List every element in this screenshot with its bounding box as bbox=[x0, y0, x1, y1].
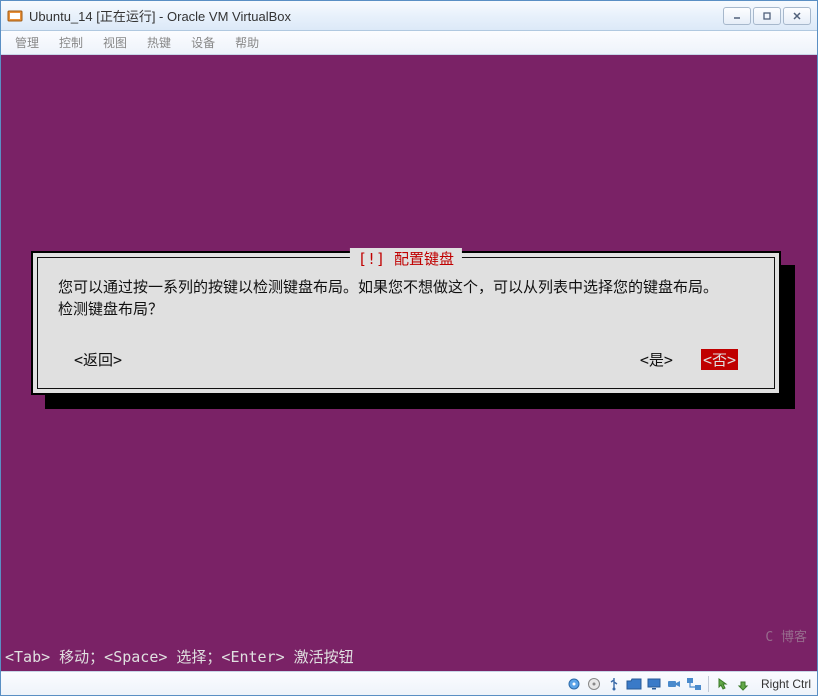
virtualbox-window: Ubuntu_14 [正在运行] - Oracle VM VirtualBox … bbox=[0, 0, 818, 696]
window-title: Ubuntu_14 [正在运行] - Oracle VM VirtualBox bbox=[29, 6, 723, 25]
menu-help[interactable]: 帮助 bbox=[227, 32, 267, 53]
network-icon[interactable] bbox=[686, 676, 702, 692]
recording-icon[interactable] bbox=[666, 676, 682, 692]
mouse-integration-icon[interactable] bbox=[715, 676, 731, 692]
watermark: C 博客 bbox=[765, 626, 807, 645]
host-key-indicator[interactable]: Right Ctrl bbox=[761, 677, 811, 691]
usb-icon[interactable] bbox=[606, 676, 622, 692]
dialog-line1: 您可以通过按一系列的按键以检测键盘布局。如果您不想做这个，可以从列表中选择您的键… bbox=[58, 276, 754, 298]
maximize-button[interactable] bbox=[753, 7, 781, 25]
menu-control[interactable]: 控制 bbox=[51, 32, 91, 53]
dialog-title: [!] 配置键盘 bbox=[350, 248, 462, 269]
vm-display[interactable]: [!] 配置键盘 您可以通过按一系列的按键以检测键盘布局。如果您不想做这个，可以… bbox=[1, 55, 817, 671]
keyboard-config-dialog: [!] 配置键盘 您可以通过按一系列的按键以检测键盘布局。如果您不想做这个，可以… bbox=[31, 251, 781, 395]
app-icon bbox=[7, 8, 23, 24]
keyboard-hint: <Tab> 移动；<Space> 选择；<Enter> 激活按钮 bbox=[5, 646, 354, 667]
window-controls bbox=[723, 7, 811, 25]
no-button[interactable]: <否> bbox=[701, 349, 738, 370]
dialog-inner: [!] 配置键盘 您可以通过按一系列的按键以检测键盘布局。如果您不想做这个，可以… bbox=[37, 257, 775, 389]
menu-view[interactable]: 视图 bbox=[95, 32, 135, 53]
menu-devices[interactable]: 设备 bbox=[183, 32, 223, 53]
dialog-actions: <返回> <是> <否> bbox=[38, 349, 774, 370]
dialog-line2: 检测键盘布局？ bbox=[58, 298, 754, 320]
menu-hotkey[interactable]: 热键 bbox=[139, 32, 179, 53]
dialog-title-prefix: [!] bbox=[358, 250, 385, 268]
optical-drive-icon[interactable] bbox=[586, 676, 602, 692]
dialog-container: [!] 配置键盘 您可以通过按一系列的按键以检测键盘布局。如果您不想做这个，可以… bbox=[31, 251, 781, 395]
titlebar: Ubuntu_14 [正在运行] - Oracle VM VirtualBox bbox=[1, 1, 817, 31]
statusbar: Right Ctrl bbox=[1, 671, 817, 695]
display-icon[interactable] bbox=[646, 676, 662, 692]
hard-disk-icon[interactable] bbox=[566, 676, 582, 692]
back-button[interactable]: <返回> bbox=[74, 349, 122, 370]
menubar: 管理 控制 视图 热键 设备 帮助 bbox=[1, 31, 817, 55]
close-button[interactable] bbox=[783, 7, 811, 25]
menu-manage[interactable]: 管理 bbox=[7, 32, 47, 53]
minimize-button[interactable] bbox=[723, 7, 751, 25]
shared-folder-icon[interactable] bbox=[626, 676, 642, 692]
yes-button[interactable]: <是> bbox=[640, 349, 673, 370]
dialog-title-text: 配置键盘 bbox=[394, 250, 454, 268]
status-separator bbox=[708, 676, 709, 692]
dialog-body: 您可以通过按一系列的按键以检测键盘布局。如果您不想做这个，可以从列表中选择您的键… bbox=[58, 276, 754, 320]
keyboard-capture-icon[interactable] bbox=[735, 676, 751, 692]
